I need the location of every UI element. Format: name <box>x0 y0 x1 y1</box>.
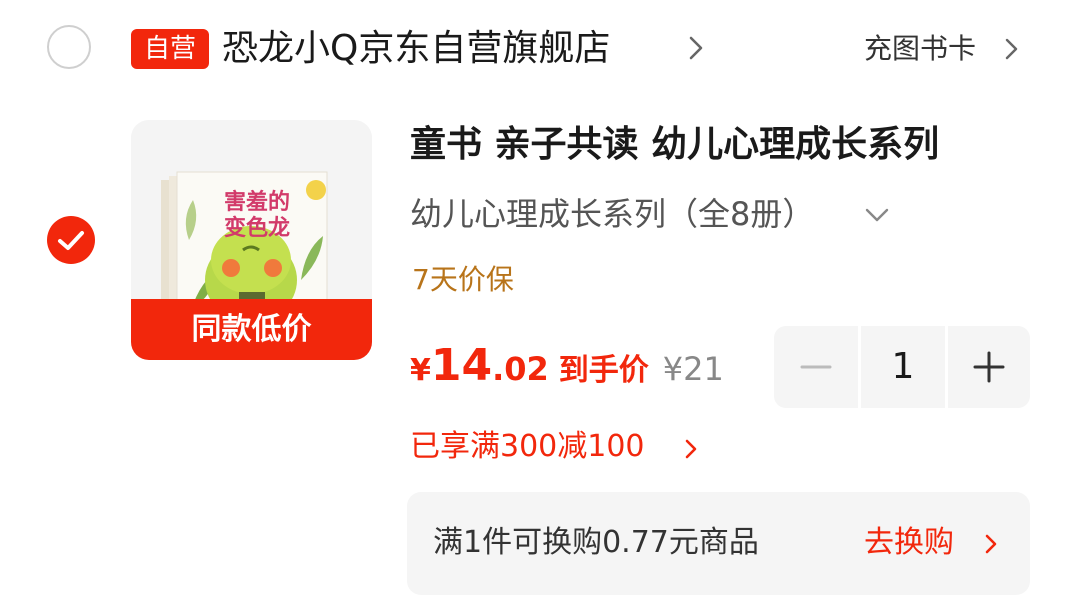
plus-icon <box>973 351 1005 383</box>
price-currency: ¥ <box>410 353 431 388</box>
go-exchange-button[interactable]: 去换购 <box>864 520 954 566</box>
chevron-down-icon[interactable] <box>864 204 890 226</box>
checkmark-icon <box>58 231 84 250</box>
item-select-radio[interactable] <box>47 216 95 264</box>
chevron-right-icon[interactable] <box>1001 34 1023 64</box>
store-select-radio[interactable] <box>47 25 91 69</box>
book-cover-title: 害羞的变色龙 <box>223 190 290 241</box>
price-row: ¥14.02 到手价 ¥21 <box>410 340 724 400</box>
final-price-label: 到手价 <box>558 353 649 388</box>
price-decimal: .02 <box>492 350 549 388</box>
quantity-input[interactable]: 1 <box>861 326 945 408</box>
quantity-increase-button[interactable] <box>948 326 1030 408</box>
chevron-right-icon[interactable] <box>684 32 708 64</box>
price-guarantee-tag: 7天价保 <box>412 263 514 296</box>
chevron-right-icon[interactable] <box>983 531 999 557</box>
self-operated-badge: 自营 <box>131 29 209 69</box>
original-price: ¥21 <box>662 350 724 388</box>
same-item-low-price-tag: 同款低价 <box>131 299 372 360</box>
price-integer: 14 <box>430 340 493 391</box>
store-name-link[interactable]: 恐龙小Q京东自营旗舰店 <box>222 24 610 74</box>
topup-card-link[interactable]: 充图书卡 <box>864 28 976 70</box>
product-title[interactable]: 童书 亲子共读 幼儿心理成长系列 <box>410 120 939 170</box>
chevron-right-icon[interactable] <box>683 436 699 462</box>
spec-selector[interactable]: 幼儿心理成长系列（全8册） <box>410 190 814 238</box>
exchange-offer-text: 满1件可换购0.77元商品 <box>433 525 759 560</box>
promotion-link[interactable]: 已享满300减100 <box>410 425 645 469</box>
quantity-decrease-button[interactable] <box>774 326 858 408</box>
minus-icon <box>800 365 832 369</box>
